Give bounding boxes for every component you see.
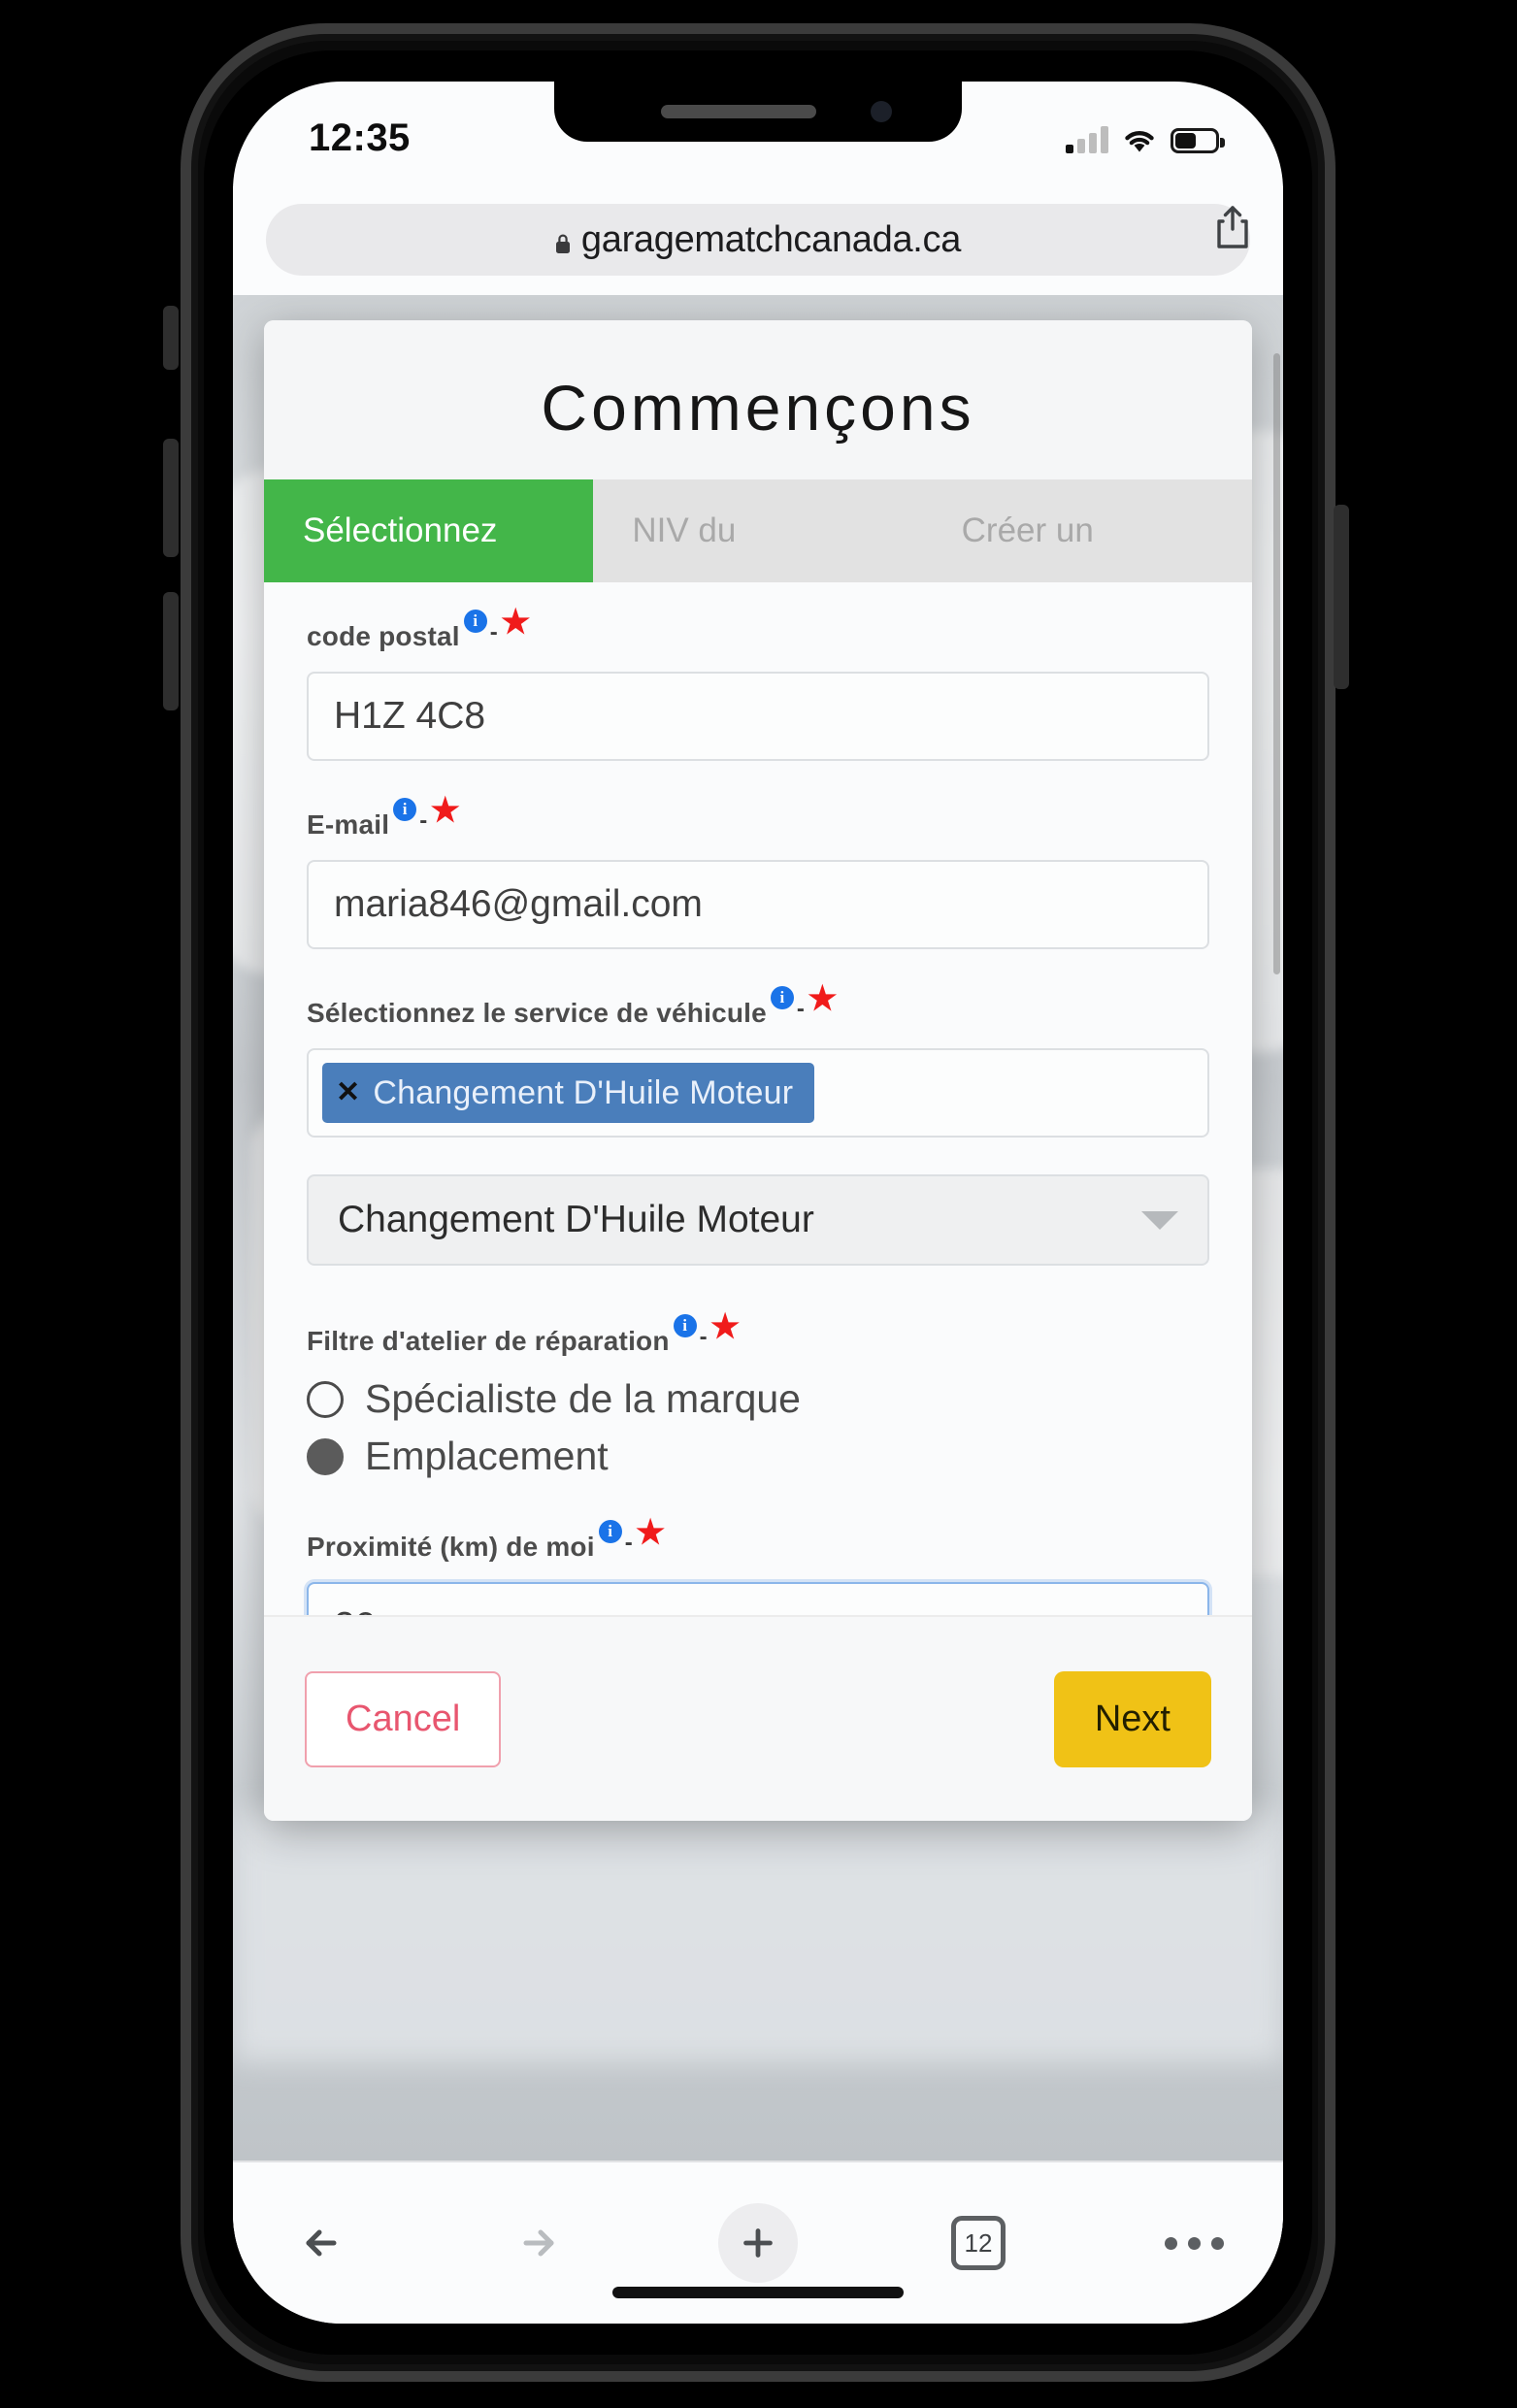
earpiece-speaker — [661, 105, 816, 118]
label-text: code postal — [307, 621, 460, 651]
info-icon[interactable]: i — [463, 610, 487, 633]
tab-vin[interactable]: NIV du — [593, 479, 922, 582]
label-separator: - — [489, 619, 498, 645]
wifi-icon — [1122, 126, 1157, 153]
service-dropdown-value: Changement D'Huile Moteur — [338, 1199, 814, 1240]
vehicle-service-label: Sélectionnez le service de véhicule i - … — [307, 982, 1209, 1031]
close-x-icon[interactable]: ✕ — [336, 1078, 360, 1107]
required-star-icon: ★ — [635, 1514, 666, 1551]
radio-label: Spécialiste de la marque — [365, 1376, 801, 1421]
label-separator: - — [699, 1324, 708, 1350]
required-star-icon: ★ — [501, 604, 531, 641]
tab-select-service[interactable]: Sélectionnez — [264, 479, 594, 582]
mute-switch[interactable] — [163, 306, 179, 370]
status-bar-clock: 12:35 — [309, 116, 411, 159]
address-bar[interactable]: garagematchcanada.ca — [266, 204, 1250, 276]
required-star-icon: ★ — [709, 1308, 741, 1345]
share-icon[interactable] — [1213, 204, 1252, 250]
proximity-label: Proximité (km) de moi i - ★ — [307, 1516, 1209, 1565]
modal-footer: Cancel Next — [264, 1615, 1252, 1821]
shop-filter-label: Filtre d'atelier de réparation i - ★ — [307, 1310, 1209, 1359]
tab-create-account[interactable]: Créer un — [923, 479, 1252, 582]
ellipsis-dots — [1164, 2236, 1224, 2250]
home-indicator[interactable] — [612, 2287, 904, 2298]
service-chip[interactable]: ✕ Changement D'Huile Moteur — [322, 1063, 815, 1123]
label-text: Sélectionnez le service de véhicule — [307, 998, 767, 1028]
radio-option-location[interactable]: Emplacement — [307, 1434, 1209, 1479]
required-star-icon: ★ — [808, 980, 838, 1017]
service-chip-label: Changement D'Huile Moteur — [373, 1073, 794, 1111]
field-vehicle-service: Sélectionnez le service de véhicule i - … — [307, 982, 1209, 1266]
arrow-right-icon[interactable] — [503, 2208, 573, 2278]
browser-url-bar-container: garagematchcanada.ca — [233, 186, 1283, 295]
selected-services-box[interactable]: ✕ Changement D'Huile Moteur — [307, 1048, 1209, 1138]
page-title: Commençons — [264, 320, 1252, 479]
service-dropdown[interactable]: Changement D'Huile Moteur — [307, 1174, 1209, 1266]
label-text: Filtre d'atelier de réparation — [307, 1326, 670, 1356]
postal-code-label: code postal i - ★ — [307, 606, 1209, 654]
modal-tabs: Sélectionnez NIV du Créer un — [264, 479, 1252, 582]
field-shop-filter: Filtre d'atelier de réparation i - ★ Spé… — [307, 1310, 1209, 1479]
next-button[interactable]: Next — [1053, 1670, 1211, 1767]
info-icon[interactable]: i — [598, 1520, 622, 1543]
info-icon[interactable]: i — [393, 798, 417, 821]
url-hostname: garagematchcanada.ca — [580, 218, 962, 260]
power-button[interactable] — [1334, 505, 1349, 689]
screenshot-root: 12:35 garagematchcanada.ca Commençons Sé… — [0, 0, 1517, 2408]
volume-up-button[interactable] — [163, 439, 179, 557]
cancel-button[interactable]: Cancel — [305, 1670, 502, 1767]
tab-switcher-button[interactable]: 12 — [943, 2208, 1013, 2278]
battery-icon — [1171, 128, 1225, 153]
tab-label: Sélectionnez — [303, 511, 498, 549]
tab-label: Créer un — [961, 511, 1094, 549]
field-email: E-mail i - ★ maria846@gmail.com — [307, 794, 1209, 949]
front-camera — [871, 101, 892, 122]
email-value: maria846@gmail.com — [334, 883, 703, 925]
browser-bottom-toolbar: 12 — [233, 2161, 1283, 2324]
page-scrollbar[interactable] — [1273, 353, 1280, 974]
chevron-down-icon — [1141, 1210, 1178, 1230]
background-shape — [233, 1809, 1283, 2062]
phone-screen: 12:35 garagematchcanada.ca Commençons Sé… — [233, 82, 1283, 2324]
get-started-modal: Commençons Sélectionnez NIV du Créer un … — [264, 320, 1252, 1821]
postal-code-value: H1Z 4C8 — [334, 695, 486, 737]
plus-icon[interactable] — [718, 2203, 798, 2283]
lock-icon — [555, 222, 571, 253]
radio-button[interactable] — [307, 1437, 344, 1475]
info-icon[interactable]: i — [770, 986, 794, 1009]
info-icon[interactable]: i — [673, 1314, 697, 1337]
label-separator: - — [419, 808, 428, 834]
label-separator: - — [796, 996, 806, 1022]
volume-down-button[interactable] — [163, 592, 179, 710]
ellipsis-icon[interactable] — [1159, 2208, 1229, 2278]
email-label: E-mail i - ★ — [307, 794, 1209, 842]
label-separator: - — [624, 1530, 633, 1556]
status-bar-icons — [1066, 118, 1225, 153]
radio-label: Emplacement — [365, 1434, 609, 1478]
required-star-icon: ★ — [430, 792, 461, 829]
postal-code-input[interactable]: H1Z 4C8 — [307, 672, 1209, 761]
device-notch — [554, 82, 962, 142]
label-text: E-mail — [307, 809, 390, 840]
onboarding-form: code postal i - ★ H1Z 4C8 E-mail i - ★ m… — [264, 582, 1252, 1671]
arrow-left-icon[interactable] — [287, 2208, 357, 2278]
label-text: Proximité (km) de moi — [307, 1532, 595, 1562]
cellular-signal-icon — [1066, 124, 1108, 153]
tab-count-badge: 12 — [951, 2216, 1006, 2270]
radio-button[interactable] — [307, 1380, 344, 1418]
url-text-row: garagematchcanada.ca — [555, 219, 961, 261]
field-postal-code: code postal i - ★ H1Z 4C8 — [307, 606, 1209, 761]
radio-option-brand-specialist[interactable]: Spécialiste de la marque — [307, 1376, 1209, 1422]
tab-label: NIV du — [632, 511, 737, 549]
email-input[interactable]: maria846@gmail.com — [307, 860, 1209, 949]
